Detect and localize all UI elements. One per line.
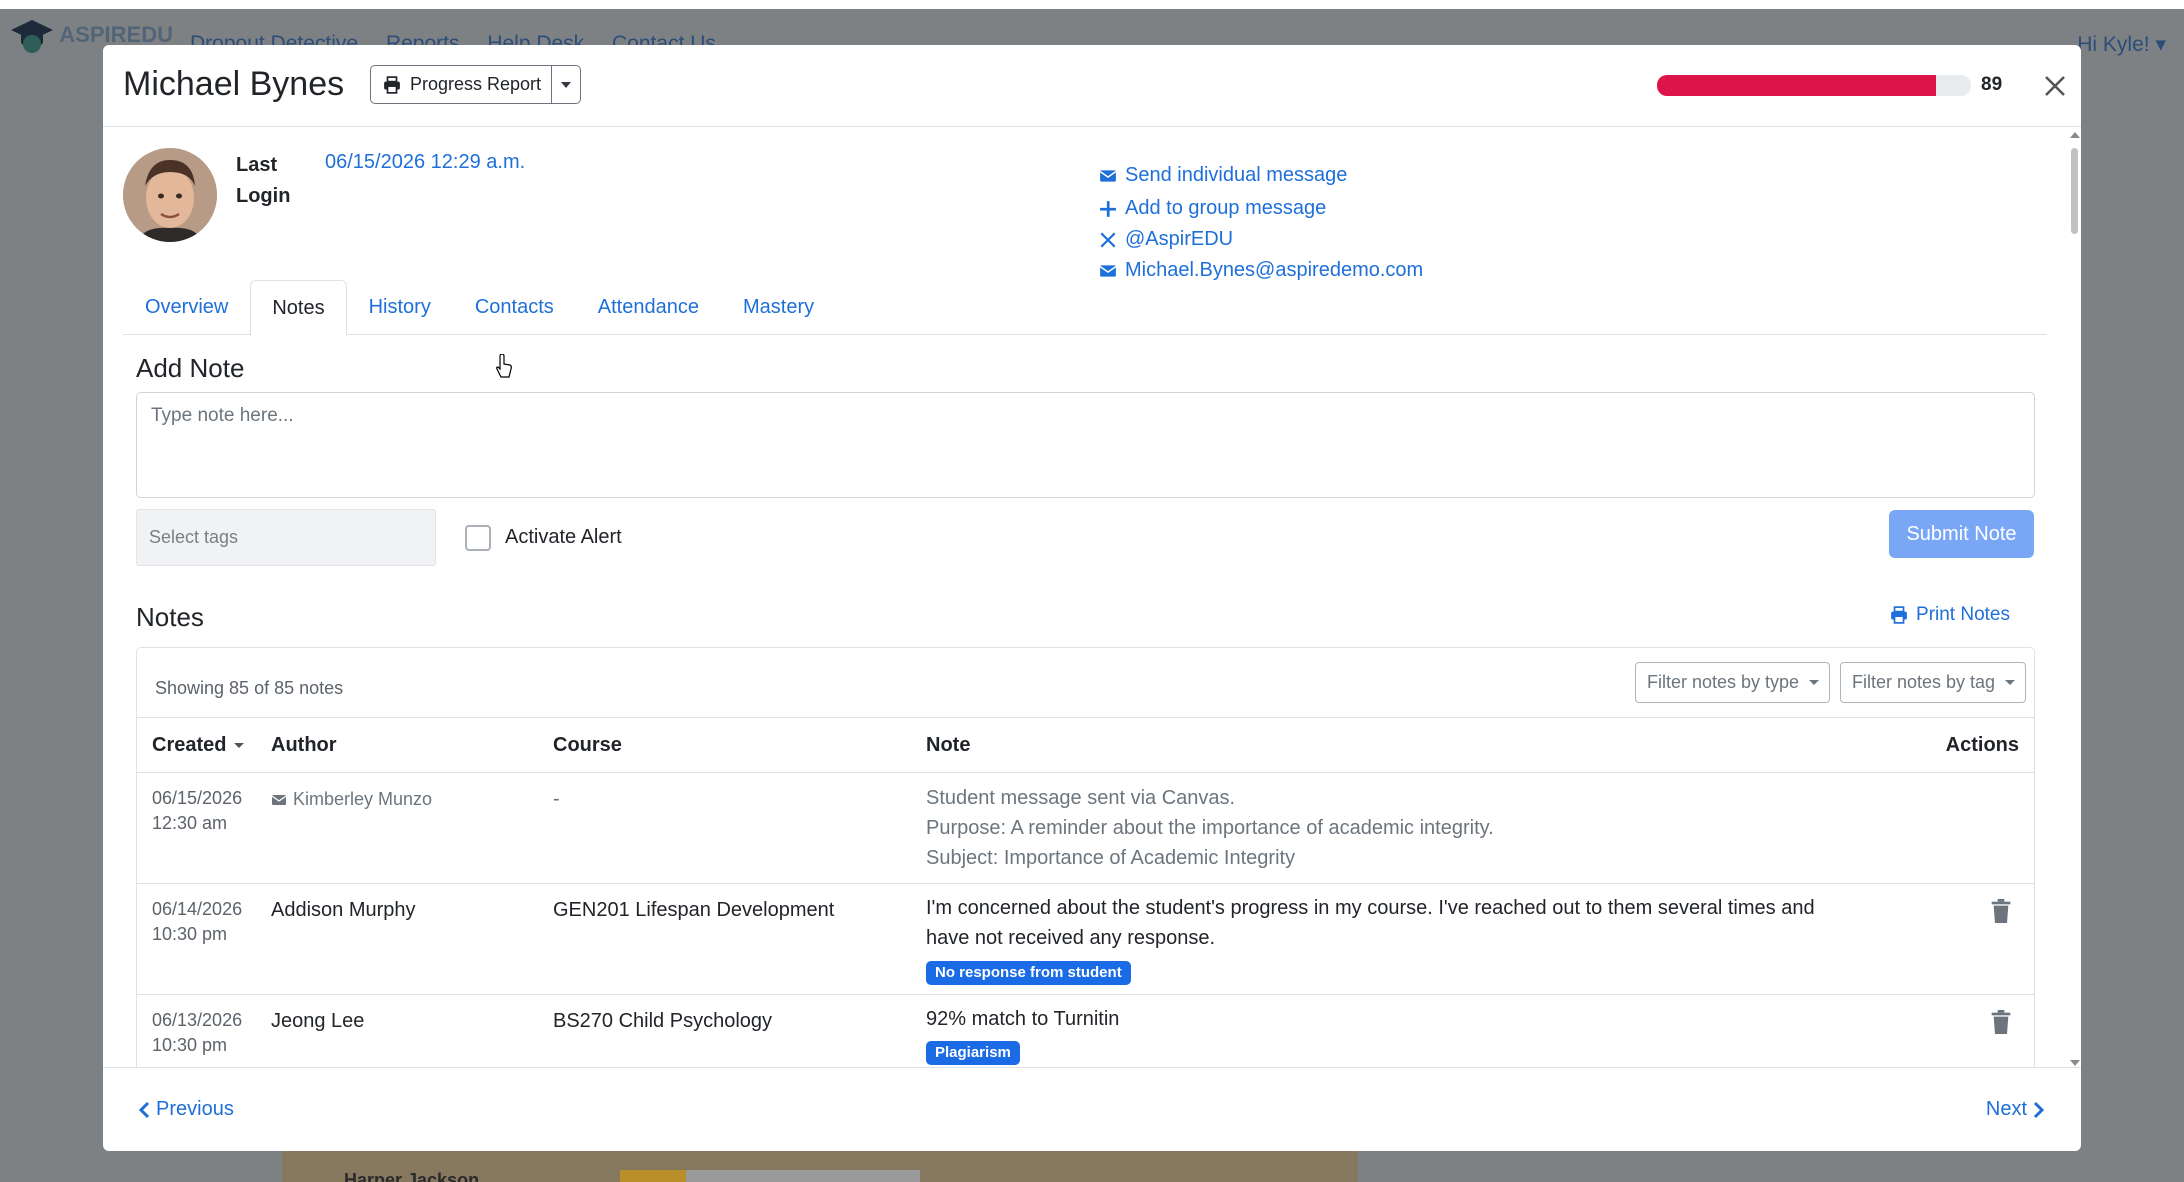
last-login-value: 06/15/2026 12:29 a.m.	[325, 151, 526, 173]
filter-notes-by-tag[interactable]: Filter notes by tag	[1840, 662, 2027, 703]
modal-footer: Previous Next	[103, 1067, 2081, 1151]
tags-select[interactable]: Select tags	[136, 509, 436, 566]
note-tag-badge: Plagiarism	[926, 1041, 1020, 1065]
scroll-thumb[interactable]	[2071, 148, 2078, 234]
column-author: Author	[271, 734, 337, 756]
table-row: 06/13/2026 10:30 pm Jeong Lee BS270 Child…	[137, 995, 2034, 1068]
notes-count: Showing 85 of 85 notes	[155, 678, 344, 698]
close-icon[interactable]	[2038, 69, 2072, 103]
submit-note-button[interactable]: Submit Note	[1889, 510, 2034, 558]
activate-alert-label: Activate Alert	[505, 526, 622, 548]
user-greeting: Hi Kyle! ▾	[2077, 33, 2166, 56]
scroll-up-arrow-icon[interactable]	[2070, 132, 2080, 138]
print-notes-link[interactable]: Print Notes	[1890, 604, 2010, 626]
twitter-link[interactable]: @AspirEDU	[1099, 224, 1423, 255]
x-twitter-icon	[1100, 231, 1116, 248]
tab-notes[interactable]: Notes	[250, 280, 347, 336]
chevron-down-icon	[561, 81, 572, 88]
progress-report-button[interactable]: Progress Report	[371, 66, 553, 103]
printer-icon	[384, 75, 400, 94]
profile-tabs: Overview Notes History Contacts Attendan…	[123, 280, 2047, 336]
sort-desc-icon	[234, 743, 245, 748]
note-course: BS270 Child Psychology	[553, 1010, 773, 1032]
background-student-name: Harper Jackson	[344, 1170, 480, 1182]
tab-contacts[interactable]: Contacts	[453, 280, 576, 335]
progress-report-button-group[interactable]: Progress Report	[370, 65, 582, 104]
risk-score-fill	[1657, 75, 1937, 96]
next-student-link[interactable]: Next	[1986, 1098, 2045, 1121]
envelope-icon	[1099, 264, 1117, 277]
note-date: 06/15/2026 12:30 am	[152, 788, 243, 833]
modal-body: Last Login 06/15/2026 12:29 a.m. Send in…	[103, 128, 2081, 1068]
note-date: 06/14/2026 10:30 pm	[152, 899, 243, 944]
note-input[interactable]	[136, 392, 2035, 498]
trash-icon[interactable]	[1990, 899, 2012, 923]
column-actions: Actions	[1945, 734, 2019, 756]
student-name: Michael Bynes	[123, 65, 345, 103]
notes-table-header: Created Author Course Note Actions	[137, 717, 2034, 773]
tab-attendance[interactable]: Attendance	[576, 280, 721, 335]
note-text: I'm concerned about the student's progre…	[926, 893, 1826, 986]
trash-icon[interactable]	[1990, 1010, 2012, 1034]
note-tag-badge: No response from student	[926, 961, 1131, 985]
envelope-icon	[1099, 169, 1117, 182]
envelope-icon	[271, 794, 287, 805]
activate-alert-checkbox[interactable]	[465, 525, 491, 551]
tab-overview[interactable]: Overview	[123, 280, 250, 335]
add-note-heading: Add Note	[136, 353, 245, 383]
scroll-down-arrow-icon[interactable]	[2070, 1060, 2080, 1066]
notes-heading: Notes	[136, 602, 204, 632]
risk-score-value: 89	[1981, 74, 2003, 95]
table-row: 06/15/2026 12:30 am Kimberley Munzo - Stu…	[137, 773, 2034, 884]
tab-history[interactable]: History	[347, 280, 453, 335]
note-author: Jeong Lee	[271, 1010, 365, 1032]
page-top-strip	[0, 0, 2184, 9]
student-modal: Michael Bynes Progress Report 89 Last Lo…	[103, 45, 2081, 1151]
plus-icon	[1100, 200, 1116, 217]
table-row: 06/14/2026 10:30 pm Addison Murphy GEN201…	[137, 884, 2034, 995]
notes-card: Showing 85 of 85 notes Filter notes by t…	[136, 647, 2035, 1068]
column-note: Note	[926, 734, 971, 756]
chevron-right-icon	[2033, 1101, 2045, 1118]
chevron-left-icon	[138, 1101, 150, 1118]
student-avatar	[123, 148, 217, 242]
note-author: Kimberley Munzo	[271, 789, 432, 810]
brand-text: ASPIREDU	[59, 21, 173, 47]
note-author: Addison Murphy	[271, 899, 416, 921]
send-individual-message-link[interactable]: Send individual message	[1099, 160, 1423, 191]
risk-score-bar	[1657, 75, 1971, 96]
column-course: Course	[553, 734, 622, 756]
note-text: 92% match to Turnitin Plagiarism	[926, 1004, 1826, 1066]
printer-icon	[1891, 606, 1907, 624]
contact-links: Send individual message Add to group mes…	[1099, 152, 1423, 286]
filter-notes-by-type[interactable]: Filter notes by type	[1635, 662, 1831, 703]
tab-mastery[interactable]: Mastery	[721, 280, 836, 335]
chevron-down-icon	[1809, 680, 1820, 685]
add-to-group-message-link[interactable]: Add to group message	[1099, 193, 1423, 224]
progress-report-dropdown-toggle[interactable]	[552, 66, 580, 103]
modal-header: Michael Bynes Progress Report 89	[103, 45, 2081, 127]
avatar-image	[123, 148, 217, 242]
note-date: 06/13/2026 10:30 pm	[152, 1010, 243, 1055]
column-created[interactable]: Created	[152, 734, 245, 757]
chevron-down-icon	[2005, 680, 2016, 685]
note-text: Student message sent via Canvas. Purpose…	[926, 787, 1494, 869]
progress-report-label: Progress Report	[410, 74, 542, 94]
note-course: -	[553, 788, 560, 810]
modal-scrollbar[interactable]	[2067, 132, 2081, 1066]
mouse-pointer-icon	[496, 354, 512, 378]
previous-student-link[interactable]: Previous	[138, 1098, 234, 1121]
last-login-label: Last Login	[236, 154, 291, 207]
background-risk-bar	[620, 1170, 920, 1182]
note-course: GEN201 Lifespan Development	[553, 899, 835, 921]
graduation-cap-icon	[11, 20, 53, 53]
